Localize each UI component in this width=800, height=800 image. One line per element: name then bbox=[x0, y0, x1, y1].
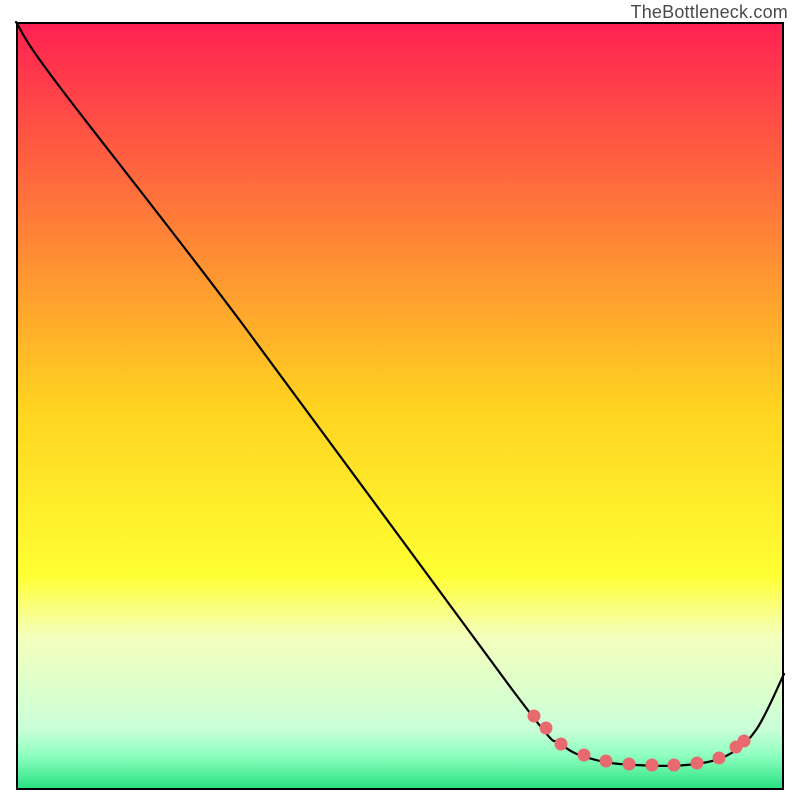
marker-dot bbox=[555, 738, 568, 751]
curve-layer bbox=[16, 22, 784, 790]
marker-dot bbox=[540, 722, 553, 735]
marker-dot bbox=[646, 759, 659, 772]
watermark-label: TheBottleneck.com bbox=[631, 2, 788, 23]
marker-dot bbox=[738, 735, 751, 748]
marker-dot bbox=[691, 757, 704, 770]
marker-dot bbox=[623, 758, 636, 771]
bottleneck-curve bbox=[16, 22, 784, 766]
threshold-markers bbox=[528, 710, 751, 772]
marker-dot bbox=[578, 749, 591, 762]
marker-dot bbox=[713, 752, 726, 765]
marker-dot bbox=[528, 710, 541, 723]
chart-container: TheBottleneck.com bbox=[0, 0, 800, 800]
marker-dot bbox=[600, 755, 613, 768]
marker-dot bbox=[668, 759, 681, 772]
plot-area bbox=[16, 22, 784, 790]
